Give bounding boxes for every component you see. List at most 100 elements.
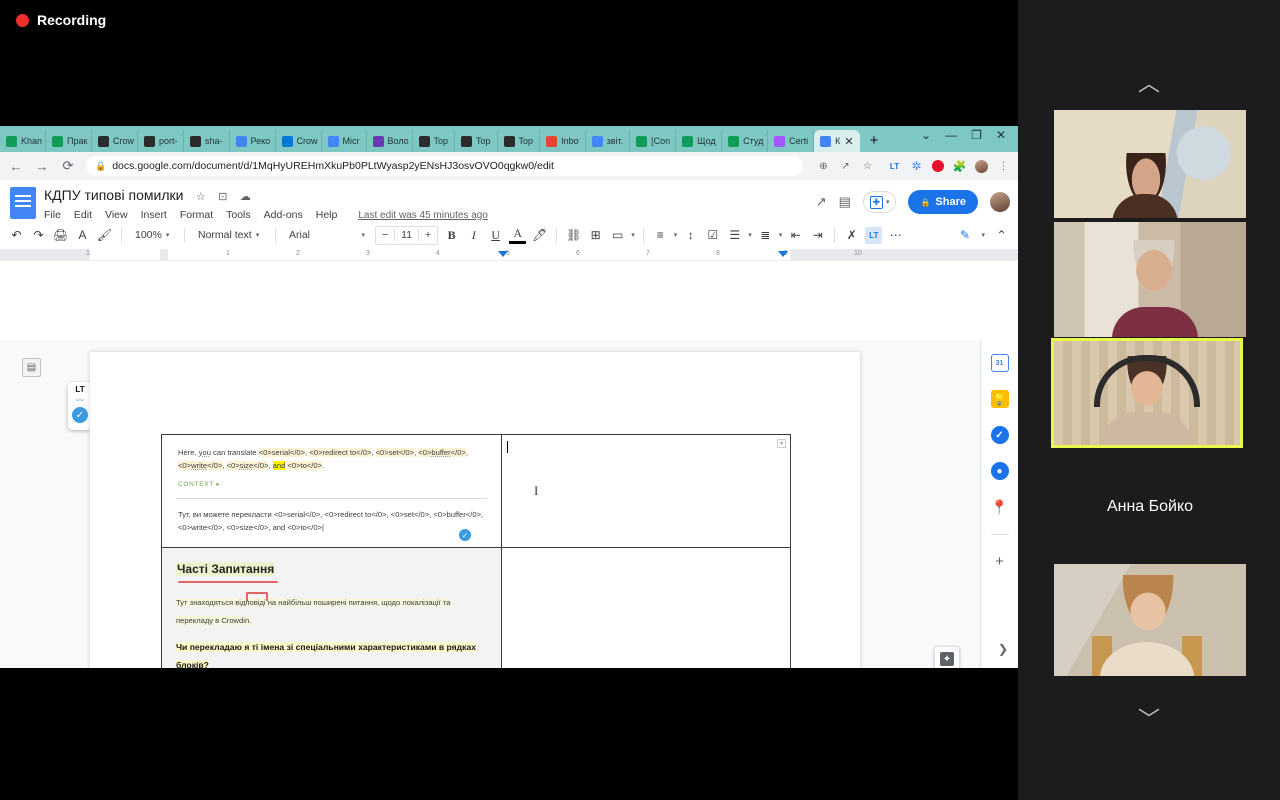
- print-button[interactable]: 🖨: [52, 227, 69, 244]
- google-tasks-icon[interactable]: ✓: [991, 426, 1009, 444]
- font-family-selector[interactable]: Arial▾: [284, 226, 370, 245]
- editing-mode-selector[interactable]: ✚ ▾: [863, 191, 897, 213]
- scroll-down-chevron-icon[interactable]: ﹀: [1138, 702, 1160, 734]
- close-tab-icon[interactable]: ✕: [844, 135, 853, 148]
- segment-2-notes-cell[interactable]: [502, 548, 791, 669]
- browser-tab[interactable]: Реко: [230, 130, 276, 152]
- languagetool-widget[interactable]: LT 〰 ✓: [68, 382, 92, 430]
- text-color-button[interactable]: A: [509, 227, 526, 244]
- opera-extension-icon[interactable]: [932, 160, 944, 172]
- zoom-selector[interactable]: 100%▾: [130, 226, 176, 245]
- expand-panel-arrow-icon[interactable]: ❯: [998, 642, 1008, 656]
- google-docs-logo-icon[interactable]: [10, 187, 36, 219]
- segment-1-notes-cell[interactable]: ▾ I: [502, 435, 791, 548]
- menu-file[interactable]: File: [44, 209, 61, 221]
- browser-tab[interactable]: звіт.: [586, 130, 631, 152]
- participant-video-tile[interactable]: [1054, 222, 1246, 337]
- more-options-button[interactable]: ⋯: [887, 227, 904, 244]
- menu-addons[interactable]: Add-ons: [264, 209, 303, 221]
- font-size-increase[interactable]: +: [419, 229, 437, 241]
- comments-icon[interactable]: ▤: [839, 194, 851, 210]
- page-title[interactable]: КДПУ типові помилки: [44, 187, 183, 203]
- segment-1-source-cell[interactable]: Here, you can translate <0>serial</0>, <…: [162, 435, 502, 548]
- browser-tab[interactable]: Воло: [367, 130, 413, 152]
- menu-format[interactable]: Format: [180, 209, 213, 221]
- edit-mode-pen-icon[interactable]: ✎: [956, 227, 973, 244]
- align-button[interactable]: ≡: [652, 227, 669, 244]
- browser-tab[interactable]: Crow: [92, 130, 138, 152]
- chevron-down-icon[interactable]: ▾: [674, 231, 678, 239]
- browser-tab[interactable]: Щод: [676, 130, 722, 152]
- cell-options-caret-icon[interactable]: ▾: [777, 439, 786, 448]
- google-keep-icon[interactable]: 💡: [991, 390, 1009, 408]
- redo-button[interactable]: ↷: [30, 227, 47, 244]
- browser-tab-active[interactable]: К✕: [814, 130, 859, 152]
- clear-formatting-button[interactable]: ✗: [843, 227, 860, 244]
- segment-1-context-label[interactable]: CONTEXT ▸: [162, 478, 501, 498]
- undo-button[interactable]: ↶: [8, 227, 25, 244]
- back-icon[interactable]: ←: [8, 159, 24, 174]
- browser-tab[interactable]: [Con: [630, 130, 676, 152]
- menu-help[interactable]: Help: [316, 209, 338, 221]
- paint-format-button[interactable]: 🖌: [96, 227, 113, 244]
- share-icon[interactable]: ↗: [839, 160, 852, 173]
- bulleted-list-button[interactable]: ☰: [726, 227, 743, 244]
- paragraph-style-selector[interactable]: Normal text▾: [193, 226, 267, 245]
- explore-button[interactable]: ✦: [934, 646, 960, 668]
- gear-extension-icon[interactable]: ✲: [910, 160, 923, 173]
- chevron-down-icon[interactable]: ▾: [748, 231, 752, 239]
- numbered-list-button[interactable]: ≣: [757, 227, 774, 244]
- line-spacing-button[interactable]: ↕: [682, 227, 699, 244]
- chevron-down-icon[interactable]: ▾: [981, 231, 985, 239]
- activity-trending-icon[interactable]: ↗: [816, 194, 827, 210]
- browser-tab[interactable]: sha-: [184, 130, 230, 152]
- browser-tab[interactable]: Студ: [722, 130, 768, 152]
- forward-icon[interactable]: →: [34, 159, 50, 174]
- languagetool-extension-icon[interactable]: LT: [888, 160, 901, 173]
- spellcheck-button[interactable]: A: [74, 227, 91, 244]
- participant-video-tile[interactable]: [1054, 110, 1246, 218]
- browser-tab[interactable]: Inbo: [540, 130, 586, 152]
- menu-view[interactable]: View: [105, 209, 128, 221]
- browser-tab[interactable]: Crow: [276, 130, 322, 152]
- google-maps-icon[interactable]: 📍: [991, 498, 1009, 516]
- browser-tab[interactable]: Certi: [768, 130, 814, 152]
- decrease-indent-button[interactable]: ⇤: [787, 227, 804, 244]
- segment-1-target-text[interactable]: Тут, ви можете перекласти <0>serial</0>,…: [162, 499, 501, 539]
- participant-video-tile-active[interactable]: [1051, 338, 1243, 448]
- bold-button[interactable]: B: [443, 227, 460, 244]
- font-size-decrease[interactable]: −: [376, 229, 394, 241]
- left-indent-marker[interactable]: [498, 251, 508, 257]
- add-addon-button[interactable]: +: [995, 553, 1004, 570]
- move-to-folder-icon[interactable]: ⊡: [218, 191, 227, 203]
- menu-edit[interactable]: Edit: [74, 209, 92, 221]
- google-calendar-icon[interactable]: 31: [991, 354, 1009, 372]
- font-size-value[interactable]: 11: [394, 229, 419, 241]
- languagetool-status-check-icon[interactable]: ✓: [72, 407, 88, 423]
- zoom-icon[interactable]: ⊕: [817, 160, 830, 173]
- minimize-button[interactable]: —: [945, 128, 957, 142]
- segment-approved-icon[interactable]: ✓: [459, 529, 471, 541]
- docs-ruler[interactable]: 1 1 2 3 4 5 6 7 8 9 10: [0, 249, 1018, 261]
- chevron-down-icon[interactable]: ▾: [779, 231, 783, 239]
- underline-button[interactable]: U: [487, 227, 504, 244]
- maximize-button[interactable]: ❐: [971, 128, 982, 142]
- right-indent-marker[interactable]: [778, 251, 788, 257]
- share-button[interactable]: 🔒 Share: [908, 190, 978, 214]
- insert-image-button[interactable]: ▭: [609, 227, 626, 244]
- address-bar[interactable]: 🔒 docs.google.com/document/d/1MqHyUREHmX…: [86, 156, 803, 176]
- menu-tools[interactable]: Tools: [226, 209, 251, 221]
- hide-menus-button[interactable]: ⌃: [993, 227, 1010, 244]
- star-icon[interactable]: ☆: [196, 191, 206, 203]
- browser-tab[interactable]: Top: [413, 130, 456, 152]
- browser-menu-icon[interactable]: ⋮: [997, 160, 1010, 173]
- italic-button[interactable]: I: [465, 227, 482, 244]
- highlight-color-button[interactable]: 🖊: [531, 227, 548, 244]
- puzzle-extensions-icon[interactable]: 🧩: [953, 160, 966, 173]
- segment-2-source-cell[interactable]: Часті Запитання Тут знаходяться відповід…: [162, 548, 502, 669]
- document-outline-button[interactable]: ▤: [22, 358, 41, 377]
- add-comment-button[interactable]: ⊞: [587, 227, 604, 244]
- browser-tab[interactable]: Khan: [0, 130, 46, 152]
- close-window-button[interactable]: ✕: [996, 128, 1006, 142]
- browser-tab[interactable]: Top: [498, 130, 541, 152]
